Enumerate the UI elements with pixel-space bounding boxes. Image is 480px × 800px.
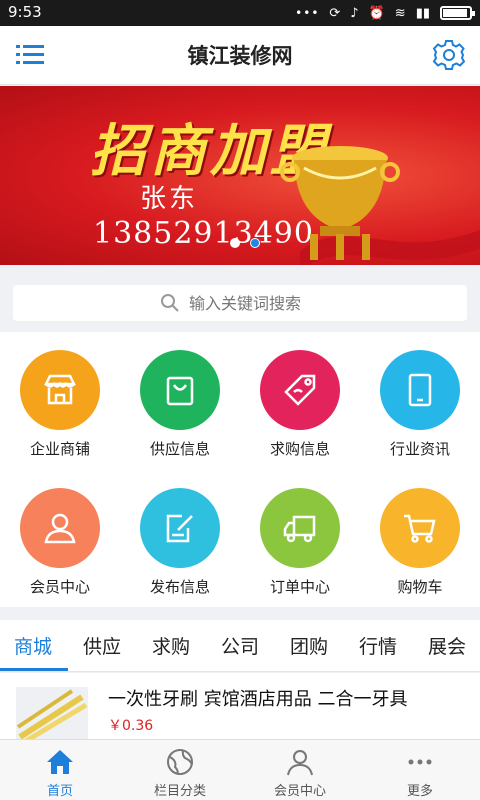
category-icon xyxy=(167,749,193,775)
grid-circle xyxy=(260,488,340,568)
app-header: 镇江装修网 xyxy=(0,26,480,85)
grid-circle xyxy=(140,488,220,568)
grid-label: 行业资讯 xyxy=(389,440,450,458)
nav-home[interactable]: 首页 xyxy=(0,740,120,800)
grid-label: 供应信息 xyxy=(149,440,210,458)
search-icon xyxy=(161,294,179,312)
tab-exhibition[interactable]: 展会 xyxy=(428,632,466,659)
grid-item-store[interactable]: 企业商铺 xyxy=(0,332,120,470)
grid-item-cart[interactable]: 购物车 xyxy=(360,470,480,608)
grid-circle xyxy=(20,488,100,568)
nav-label: 首页 xyxy=(46,784,73,799)
grid-item-news[interactable]: 行业资讯 xyxy=(360,332,480,470)
gear-icon[interactable] xyxy=(432,38,466,72)
golden-cauldron-image xyxy=(280,146,400,260)
tablet-icon xyxy=(408,373,432,407)
tab-mall[interactable]: 商城 xyxy=(14,632,52,659)
nav-label: 会员中心 xyxy=(273,784,326,799)
grid-circle xyxy=(260,350,340,430)
nav-member[interactable]: 会员中心 xyxy=(240,740,360,800)
nav-label: 更多 xyxy=(406,784,433,799)
status-icons: ••• ⟳ ♪ ⏰ ≋ ▮▮ xyxy=(295,4,475,22)
banner-contact-name: 张东 xyxy=(140,184,199,214)
pager-dot-active[interactable] xyxy=(250,238,260,248)
edit-icon xyxy=(166,514,193,543)
product-title: 一次性牙刷 宾馆酒店用品 二合一牙具 xyxy=(108,689,408,710)
sync-icon: ⟳ xyxy=(329,5,341,21)
signal-dots-icon: ••• xyxy=(295,6,320,20)
nav-more[interactable]: 更多 xyxy=(360,740,480,800)
grid-item-purchase[interactable]: 求购信息 xyxy=(240,332,360,470)
home-icon xyxy=(47,750,73,774)
grid-circle xyxy=(20,350,100,430)
battery-icon xyxy=(440,6,475,20)
grid-item-orders[interactable]: 订单中心 xyxy=(240,470,360,608)
grid-circle xyxy=(380,350,460,430)
bottom-nav: 首页 栏目分类 会员中心 更多 xyxy=(0,739,480,800)
tab-supply[interactable]: 供应 xyxy=(83,632,121,659)
mute-icon: ♪ xyxy=(350,5,359,21)
search-input[interactable] xyxy=(189,289,449,317)
active-tab-indicator xyxy=(0,668,68,671)
grid-label: 订单中心 xyxy=(269,578,330,596)
tab-purchase[interactable]: 求购 xyxy=(152,632,190,659)
alarm-icon: ⏰ xyxy=(368,5,385,21)
status-time: 9:53 xyxy=(8,3,42,21)
nav-category[interactable]: 栏目分类 xyxy=(120,740,240,800)
tab-market[interactable]: 行情 xyxy=(359,632,397,659)
grid-circle xyxy=(140,350,220,430)
category-tabs: 商城 供应 求购 公司 团购 行情 展会 xyxy=(0,620,480,672)
price-tag-icon xyxy=(284,374,316,406)
grid-item-publish[interactable]: 发布信息 xyxy=(120,470,240,608)
grid-label: 求购信息 xyxy=(269,440,330,458)
grid-item-member[interactable]: 会员中心 xyxy=(0,470,120,608)
list-item[interactable]: 一次性牙刷 宾馆酒店用品 二合一牙具 ￥0.36 xyxy=(0,673,480,740)
shopping-bag-icon xyxy=(166,376,194,406)
banner-pager xyxy=(230,238,260,248)
tab-company[interactable]: 公司 xyxy=(221,632,259,659)
user-icon xyxy=(44,513,76,544)
member-icon xyxy=(287,750,313,776)
grid-label: 企业商铺 xyxy=(29,440,90,458)
pager-dot[interactable] xyxy=(230,238,240,248)
search-box[interactable] xyxy=(13,285,467,321)
product-price: ￥0.36 xyxy=(108,718,154,734)
nav-label: 栏目分类 xyxy=(153,784,206,799)
truck-icon xyxy=(283,515,316,543)
cart-icon xyxy=(404,514,436,543)
grid-label: 会员中心 xyxy=(29,578,90,596)
grid-circle xyxy=(380,488,460,568)
product-thumbnail xyxy=(16,687,88,740)
grid-item-supply[interactable]: 供应信息 xyxy=(120,332,240,470)
function-grid: 企业商铺 供应信息 求购信息 行业资讯 会员中心 发布信息 订单中心 购物车 xyxy=(0,332,480,607)
store-icon xyxy=(43,374,77,405)
promo-banner[interactable]: 招商加盟 张东 13852913490 xyxy=(0,86,480,265)
page-title: 镇江装修网 xyxy=(187,44,293,68)
tab-group-buy[interactable]: 团购 xyxy=(290,632,328,659)
more-icon xyxy=(408,759,432,765)
search-section xyxy=(0,265,480,332)
wifi-icon: ≋ xyxy=(394,5,406,21)
grid-label: 发布信息 xyxy=(149,578,210,596)
cell-signal-icon: ▮▮ xyxy=(415,5,430,21)
status-bar: 9:53 ••• ⟳ ♪ ⏰ ≋ ▮▮ xyxy=(0,0,480,26)
grid-label: 购物车 xyxy=(397,578,443,596)
